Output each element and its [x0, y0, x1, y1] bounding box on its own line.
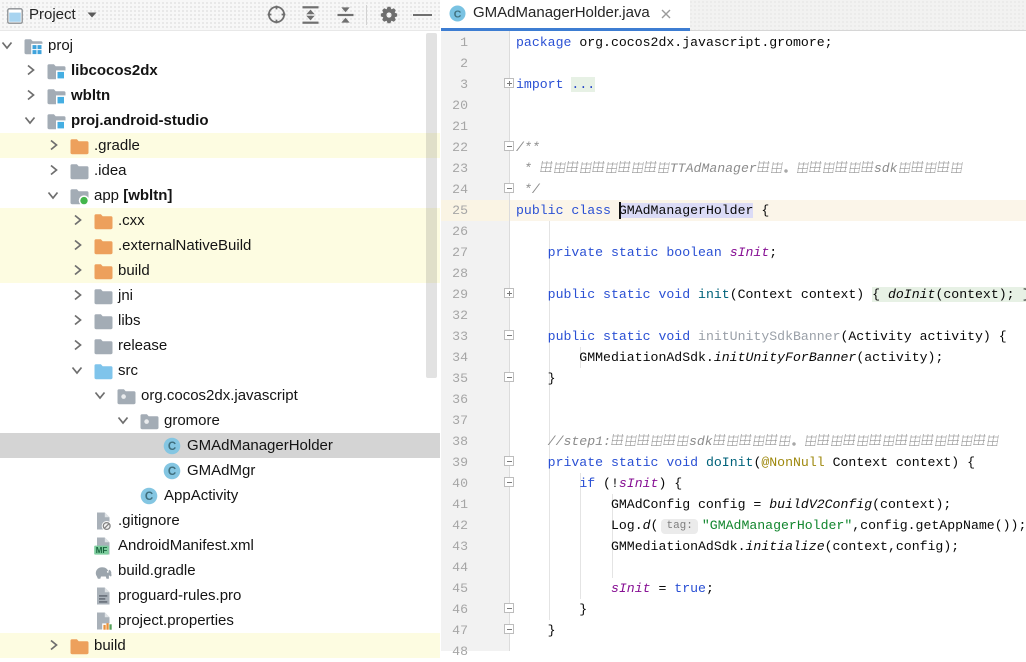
svg-text:C: C [454, 8, 462, 20]
svg-text:C: C [168, 466, 176, 478]
svg-text:MF: MF [96, 546, 108, 555]
svg-text:C: C [168, 441, 176, 453]
svg-text:C: C [145, 491, 153, 503]
